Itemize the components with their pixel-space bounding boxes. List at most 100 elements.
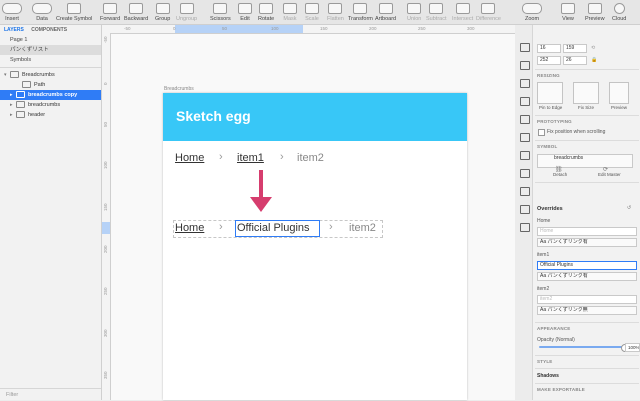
tab-layers[interactable]: LAYERS <box>4 27 24 33</box>
view-icon <box>561 3 575 14</box>
edit-master-icon[interactable]: ⟳ <box>603 166 608 173</box>
toolbar-label: Mask <box>283 16 297 22</box>
override-item2-style-select[interactable]: Aa パンくずリンク無 <box>537 306 637 315</box>
header-bar[interactable]: Sketch egg <box>163 93 467 141</box>
breadcrumb-home[interactable]: Home <box>175 152 204 164</box>
toolbar-artboard-button[interactable]: Artboard <box>375 3 396 22</box>
y-field[interactable]: 159 <box>563 44 587 53</box>
toolbar-difference-button[interactable]: Difference <box>476 3 501 22</box>
opacity-slider[interactable] <box>539 346 623 348</box>
lock-icon[interactable]: 🔒 <box>591 57 597 63</box>
distribute-icon[interactable] <box>520 169 530 178</box>
breadcrumb-item1[interactable]: item1 <box>237 152 264 164</box>
x-field[interactable]: 16 <box>537 44 561 53</box>
opacity-label: Opacity (Normal) <box>537 337 575 343</box>
edit-master-button[interactable]: Edit Master <box>598 172 621 177</box>
toolbar-scissors-button[interactable]: Scissors <box>210 3 231 22</box>
filter-input[interactable]: Filter <box>0 388 101 400</box>
toolbar-insert-button[interactable]: Insert <box>2 3 22 22</box>
play-icon[interactable] <box>520 61 530 70</box>
toolbar-scale-button[interactable]: Scale <box>305 3 319 22</box>
toolbar-union-button[interactable]: Union <box>407 3 421 22</box>
union-icon <box>407 3 422 14</box>
toolbar-mask-button[interactable]: Mask <box>283 3 297 22</box>
override-item1-style-select[interactable]: Aa パンくずリンク有 <box>537 272 637 281</box>
toolbar-ungroup-button[interactable]: Ungroup <box>176 3 197 22</box>
toolbar-edit-button[interactable]: Edit <box>238 3 252 22</box>
header-title: Sketch egg <box>176 108 251 124</box>
page-item-page1[interactable]: Page 1 <box>0 35 101 45</box>
toolbar-rotate-button[interactable]: Rotate <box>258 3 274 22</box>
layer-row[interactable]: ▸ breadcrumbs <box>0 100 101 110</box>
align-top-icon[interactable] <box>520 187 530 196</box>
align-middle-icon[interactable] <box>520 205 530 214</box>
layer-row[interactable]: ▾ Breadcrumbs <box>0 70 101 80</box>
align-bottom-icon[interactable] <box>520 223 530 232</box>
artboard-title[interactable]: Breadcrumbs <box>164 86 194 92</box>
artboard-icon <box>378 3 393 14</box>
page-item-symbols[interactable]: Symbols <box>0 55 101 65</box>
breadcrumb-item1-override[interactable]: Official Plugins <box>237 222 310 234</box>
breadcrumb-item2[interactable]: item2 <box>349 222 376 234</box>
page-item-breadcrumb-list[interactable]: パンくずリスト <box>0 45 101 55</box>
toolbar-transform-button[interactable]: Transform <box>348 3 373 22</box>
rotate-icon[interactable]: ⟲ <box>591 45 595 51</box>
breadcrumb-item2[interactable]: item2 <box>297 152 324 164</box>
artboard[interactable]: Sketch egg Home › item1 › item2 Home › O… <box>163 93 467 400</box>
lightning-icon[interactable] <box>520 79 530 88</box>
toolbar-label: Group <box>155 16 171 22</box>
override-item1-input[interactable]: Official Plugins <box>537 261 637 270</box>
toolbar-flatten-button[interactable]: Flatten <box>327 3 344 22</box>
layer-row[interactable]: Path <box>0 80 101 90</box>
section-make-exportable[interactable]: MAKE EXPORTABLE <box>537 387 585 392</box>
inspector: 16 159 ⟲ 252 26 🔒 RESIZING Pin to Edge F… <box>533 25 640 400</box>
toolbar-label: Transform <box>348 16 373 22</box>
group-icon <box>155 3 170 14</box>
toolbar-view-button[interactable]: View <box>561 3 575 22</box>
symbol-icon[interactable] <box>520 97 530 106</box>
toolbar-preview-button[interactable]: Preview <box>585 3 605 22</box>
symbol-select[interactable]: breadcrumbs <box>537 154 633 168</box>
share-icon[interactable] <box>520 43 530 52</box>
toolbar-zoom-button[interactable]: Zoom <box>522 3 542 22</box>
detach-icon[interactable]: ⛓ <box>555 166 563 173</box>
override-home-style-select[interactable]: Aa パンくずリンク有 <box>537 238 637 247</box>
toolbar-backward-button[interactable]: Backward <box>124 3 148 22</box>
breadcrumb-home[interactable]: Home <box>175 222 204 234</box>
fix-position-checkbox[interactable] <box>538 129 545 136</box>
toolbar-intersect-button[interactable]: Intersect <box>452 3 473 22</box>
toolbar-cloud-button[interactable]: Cloud <box>612 3 626 22</box>
toolbar-group-button[interactable]: Group <box>155 3 170 22</box>
ruler-tick-label: 250 <box>103 287 108 295</box>
toolbar-data-button[interactable]: Data <box>32 3 52 22</box>
align-center-icon[interactable] <box>520 133 530 142</box>
shadows-toggle[interactable]: Shadows <box>537 373 559 379</box>
height-field[interactable]: 26 <box>563 56 587 65</box>
toolbar-label: Cloud <box>612 16 627 22</box>
override-item2-input[interactable]: item2 <box>537 295 637 304</box>
fix-size-control[interactable] <box>573 82 599 104</box>
align-right-icon[interactable] <box>520 151 530 160</box>
chevron-right-icon: › <box>280 151 284 163</box>
layer-label: Path <box>34 82 46 88</box>
ruler-tick-label: 50 <box>222 26 228 31</box>
align-left-icon[interactable] <box>520 115 530 124</box>
forward-icon <box>103 3 118 14</box>
layer-row[interactable]: ▸ header <box>0 110 101 120</box>
ruler-tick-label: -50 <box>103 36 108 43</box>
ruler-tick-label: 350 <box>103 371 108 379</box>
pin-to-edge-control[interactable] <box>537 82 563 104</box>
reset-overrides-icon[interactable]: ↺ <box>627 205 631 211</box>
toolbar-label: Rotate <box>258 16 275 22</box>
toolbar-subtract-button[interactable]: Subtract <box>426 3 446 22</box>
opacity-field[interactable]: 100% <box>625 343 640 352</box>
override-home-input[interactable]: Home <box>537 227 637 236</box>
toolbar-label: Scissors <box>210 16 231 22</box>
panel-tabs: LAYERS COMPONENTS <box>0 25 101 35</box>
toolbar-create-symbol-button[interactable]: Create Symbol <box>56 3 92 22</box>
toolbar-label: Insert <box>5 16 19 22</box>
tab-components[interactable]: COMPONENTS <box>31 27 67 33</box>
width-field[interactable]: 252 <box>537 56 561 65</box>
toolbar-forward-button[interactable]: Forward <box>100 3 120 22</box>
layer-row[interactable]: ▸ breadcrumbs copy <box>0 90 101 100</box>
